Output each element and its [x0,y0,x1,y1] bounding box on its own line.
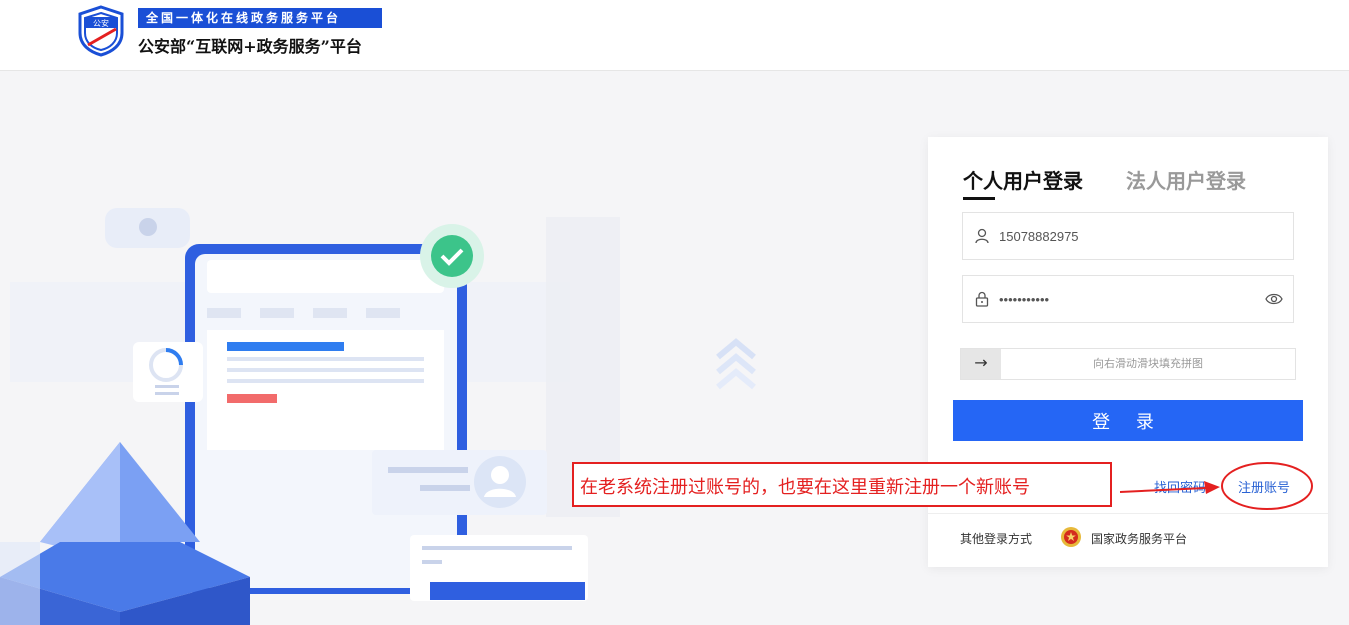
login-button[interactable]: 登 录 [953,400,1303,441]
password-input[interactable] [999,276,1259,322]
page-header: 公安 全国一体化在线政务服务平台 公安部“互联网+政务服务”平台 [0,0,1349,71]
username-field [962,212,1294,260]
national-emblem-icon[interactable] [1060,526,1082,548]
register-account-link[interactable]: 注册账号 [1238,477,1290,496]
other-login-label: 其他登录方式 [960,532,1033,546]
slider-captcha: → 向右滑动滑块填充拼图 [960,348,1296,380]
platform-title: 公安部“互联网+政务服务”平台 [138,37,362,56]
national-gov-platform-link[interactable]: 国家政务服务平台 [1091,530,1187,547]
password-field [962,275,1294,323]
forgot-password-link[interactable]: 找回密码 [1154,477,1206,496]
divider [928,513,1328,514]
tab-legal-person-login[interactable]: 法人用户登录 [1126,165,1246,194]
username-input[interactable] [999,213,1259,259]
svg-text:公安: 公安 [93,18,109,28]
slider-handle[interactable]: → [961,349,1001,379]
slider-hint: 向右滑动滑块填充拼图 [1093,357,1203,370]
annotation-box: 在老系统注册过账号的，也要在这里重新注册一个新账号 [572,462,1112,507]
police-shield-logo: 公安 [78,5,124,57]
login-illustration [0,208,756,625]
tab-personal-login[interactable]: 个人用户登录 [963,165,1083,200]
annotation-text: 在老系统注册过账号的，也要在这里重新注册一个新账号 [580,477,1030,498]
eye-icon[interactable] [1265,291,1283,307]
platform-banner: 全国一体化在线政务服务平台 [138,8,382,28]
lock-icon [975,291,989,307]
user-icon [975,228,989,244]
